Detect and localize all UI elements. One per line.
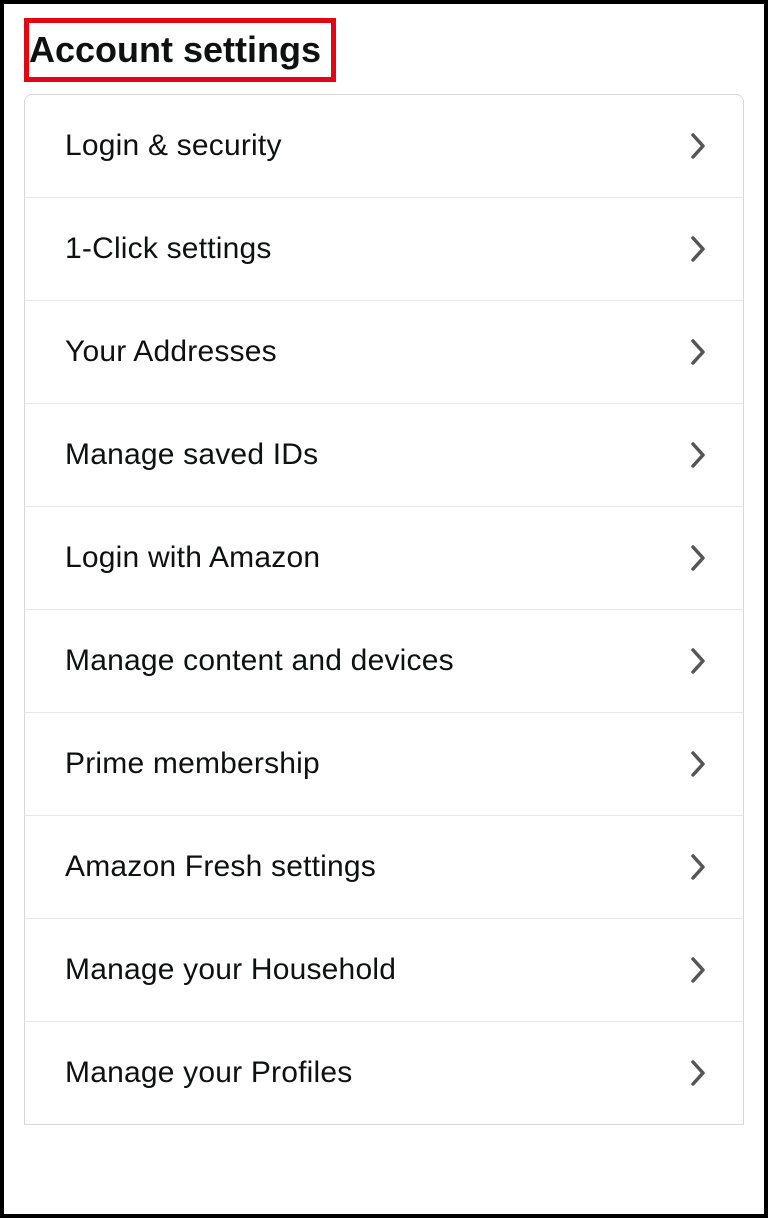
list-item-amazon-fresh-settings[interactable]: Amazon Fresh settings xyxy=(25,816,743,919)
chevron-right-icon xyxy=(689,337,707,367)
chevron-right-icon xyxy=(689,852,707,882)
chevron-right-icon xyxy=(689,749,707,779)
account-settings-list: Login & security 1-Click settings Your A… xyxy=(24,94,744,1125)
list-item-label: Manage saved IDs xyxy=(65,438,318,472)
list-item-label: Login with Amazon xyxy=(65,541,320,575)
chevron-right-icon xyxy=(689,440,707,470)
list-item-your-addresses[interactable]: Your Addresses xyxy=(25,301,743,404)
chevron-right-icon xyxy=(689,1058,707,1088)
list-item-prime-membership[interactable]: Prime membership xyxy=(25,713,743,816)
list-item-manage-profiles[interactable]: Manage your Profiles xyxy=(25,1022,743,1124)
list-item-label: Manage content and devices xyxy=(65,644,454,678)
chevron-right-icon xyxy=(689,131,707,161)
list-item-label: Amazon Fresh settings xyxy=(65,850,376,884)
list-item-label: Your Addresses xyxy=(65,335,277,369)
page-title: Account settings xyxy=(24,18,336,82)
list-item-label: Login & security xyxy=(65,129,282,163)
list-item-manage-saved-ids[interactable]: Manage saved IDs xyxy=(25,404,743,507)
chevron-right-icon xyxy=(689,543,707,573)
list-item-manage-household[interactable]: Manage your Household xyxy=(25,919,743,1022)
list-item-login-security[interactable]: Login & security xyxy=(25,95,743,198)
chevron-right-icon xyxy=(689,234,707,264)
list-item-manage-content-devices[interactable]: Manage content and devices xyxy=(25,610,743,713)
list-item-label: Manage your Profiles xyxy=(65,1056,352,1090)
list-item-one-click-settings[interactable]: 1-Click settings xyxy=(25,198,743,301)
chevron-right-icon xyxy=(689,955,707,985)
list-item-label: 1-Click settings xyxy=(65,232,272,266)
list-item-label: Prime membership xyxy=(65,747,320,781)
chevron-right-icon xyxy=(689,646,707,676)
list-item-label: Manage your Household xyxy=(65,953,396,987)
list-item-login-with-amazon[interactable]: Login with Amazon xyxy=(25,507,743,610)
